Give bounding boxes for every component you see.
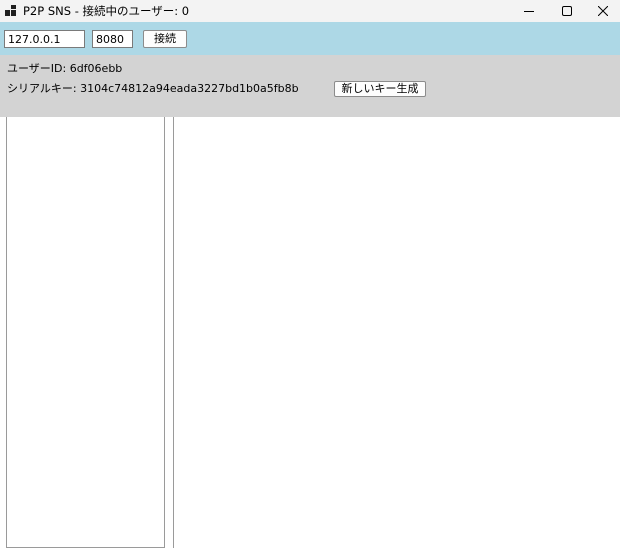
connection-toolbar: 接続 — [0, 22, 620, 55]
close-icon — [598, 6, 608, 16]
window-title: P2P SNS - 接続中のユーザー: 0 — [23, 4, 190, 18]
info-panel: ユーザーID: 6df06ebb シリアルキー: 3104c74812a94ea… — [0, 55, 620, 117]
user-list[interactable] — [6, 117, 165, 548]
maximize-icon — [562, 6, 572, 16]
serial-key-label: シリアルキー: 3104c74812a94eada3227bd1b0a5fb8b — [7, 82, 299, 95]
minimize-icon — [524, 11, 534, 12]
generate-key-button[interactable]: 新しいキー生成 — [334, 81, 426, 97]
app-icon — [5, 5, 17, 17]
port-input[interactable] — [92, 30, 133, 48]
close-button[interactable] — [584, 0, 620, 22]
host-input[interactable] — [4, 30, 85, 48]
main-content-area[interactable] — [173, 117, 620, 548]
user-id-label: ユーザーID: 6df06ebb — [7, 62, 123, 75]
title-bar: P2P SNS - 接続中のユーザー: 0 — [0, 0, 620, 22]
maximize-button[interactable] — [548, 0, 586, 22]
connect-button[interactable]: 接続 — [143, 30, 187, 48]
minimize-button[interactable] — [510, 0, 548, 22]
